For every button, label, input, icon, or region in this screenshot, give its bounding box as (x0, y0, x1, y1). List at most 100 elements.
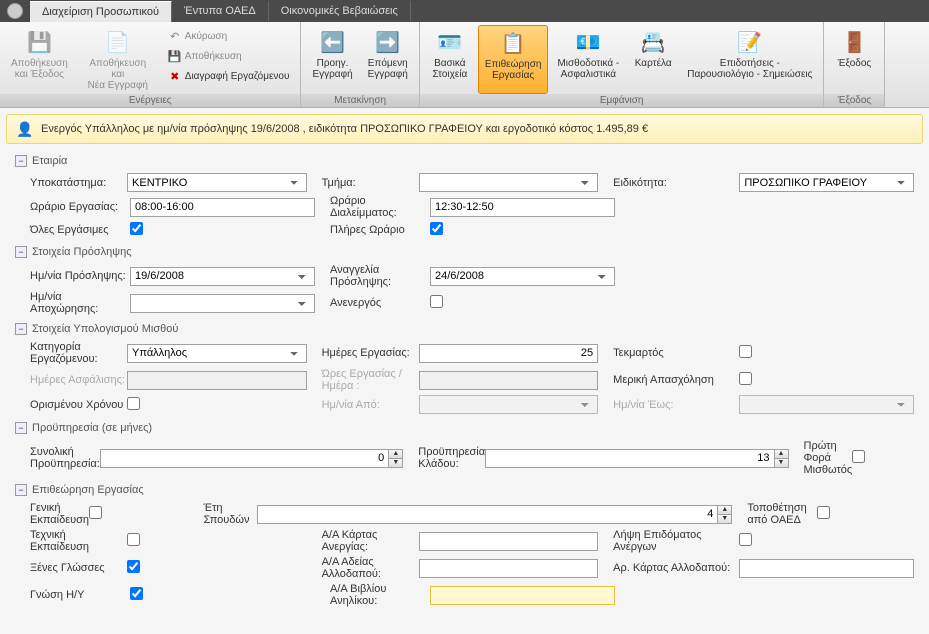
total-exp-up[interactable]: ▲ (388, 450, 402, 459)
workhours-input[interactable] (130, 198, 315, 217)
ribbon-group-actions: 💾 Αποθήκευση και Έξοδος 📄 Αποθήκευση και… (0, 22, 301, 107)
fixed-term-checkbox[interactable] (127, 397, 140, 410)
payroll-button[interactable]: 💶 Μισθοδοτικά - Ασφαλιστικά (551, 25, 625, 94)
collapse-experience-icon[interactable]: − (15, 422, 27, 434)
breakhours-input[interactable] (430, 198, 615, 217)
inactive-checkbox[interactable] (430, 295, 443, 308)
hiredate-input[interactable]: 19/6/2008 (130, 267, 315, 286)
parttime-checkbox[interactable] (739, 372, 752, 385)
tab-personnel[interactable]: Διαχείριση Προσωπικού (30, 1, 172, 22)
basic-info-button[interactable]: 🪪 Βασικά Στοιχεία (425, 25, 475, 94)
save-exit-icon: 💾 (25, 28, 53, 56)
user-active-icon: 👤 (17, 121, 33, 137)
category-select[interactable]: Υπάλληλος (127, 344, 307, 363)
leavedate-input[interactable] (130, 294, 315, 313)
prev-label: Προηγ. Εγγραφή (312, 58, 352, 80)
study-years-input[interactable] (257, 505, 732, 524)
app-menu-button[interactable] (0, 0, 30, 22)
study-years-spinners: ▲ ▼ (717, 506, 731, 523)
general-edu-checkbox[interactable] (89, 506, 102, 519)
computer-checkbox[interactable] (130, 587, 143, 600)
inspection-label: Επιθεώρηση Εργασίας (485, 59, 542, 81)
total-exp-input[interactable] (100, 449, 403, 468)
prev-record-button[interactable]: ⬅️ Προηγ. Εγγραφή (306, 25, 358, 94)
study-years-up[interactable]: ▲ (717, 506, 731, 515)
save-label: Αποθήκευση (185, 51, 242, 62)
department-select[interactable] (419, 173, 599, 192)
branch-exp-down[interactable]: ▼ (774, 459, 788, 467)
subsidy-label: Επιδοτήσεις - Παρουσιολόγιο - Σημειώσεις (687, 58, 812, 80)
section-salary: − Στοιχεία Υπολογισμού Μισθού Κατηγορία … (15, 323, 914, 414)
allworkdays-checkbox[interactable] (130, 222, 143, 235)
tech-edu-checkbox[interactable] (127, 533, 140, 546)
department-label: Τμήμα: (322, 177, 419, 189)
subsidy-button[interactable]: 📝 Επιδοτήσεις - Παρουσιολόγιο - Σημειώσε… (681, 25, 818, 94)
section-inspection-title: Επιθεώρηση Εργασίας (32, 484, 144, 496)
fixed-term-label: Ορισμένου Χρόνου (30, 399, 127, 411)
delete-button[interactable]: ✖ Διαγραφή Εργαζόμενου (164, 67, 294, 85)
minor-book-input[interactable] (430, 586, 615, 605)
first-time-checkbox[interactable] (852, 450, 865, 463)
save-new-button[interactable]: 📄 Αποθήκευση και Νέα Εγγραφή (77, 25, 159, 94)
specialty-select[interactable]: ΠΡΟΣΩΠΙΚΟ ΓΡΑΦΕΙΟΥ (739, 173, 914, 192)
oaed-place-checkbox[interactable] (817, 506, 830, 519)
inactive-label: Ανενεργός (330, 297, 430, 309)
form-content: − Εταιρία Υποκατάστημα: ΚΕΝΤΡΙΚΟ Τμήμα: … (0, 150, 929, 620)
study-years-down[interactable]: ▼ (717, 515, 731, 523)
branch-label: Υποκατάστημα: (30, 177, 127, 189)
tab-financial[interactable]: Οικονομικές Βεβαιώσεις (269, 1, 411, 21)
ribbon-group-actions-title: Ενέργειες (0, 94, 300, 107)
foreign-card-no-input[interactable] (739, 559, 914, 578)
branch-exp-up[interactable]: ▲ (774, 450, 788, 459)
fulltime-checkbox[interactable] (430, 222, 443, 235)
collapse-hiring-icon[interactable]: − (15, 246, 27, 258)
workdays-label: Ημέρες Εργασίας: (322, 347, 419, 359)
languages-checkbox[interactable] (127, 560, 140, 573)
exit-button[interactable]: 🚪 Έξοδος (829, 25, 879, 94)
card-button[interactable]: 📇 Καρτέλα (628, 25, 678, 94)
delete-icon: ✖ (168, 69, 182, 83)
section-hiring-title: Στοιχεία Πρόσληψης (32, 246, 132, 258)
ribbon-group-view-title: Εμφάνιση (420, 94, 824, 107)
announcement-input[interactable]: 24/6/2008 (430, 267, 615, 286)
ribbon-group-view: 🪪 Βασικά Στοιχεία 📋 Επιθεώρηση Εργασίας … (420, 22, 825, 107)
work-inspection-button[interactable]: 📋 Επιθεώρηση Εργασίας (478, 25, 549, 94)
undo-button[interactable]: ↶ Ακύρωση (164, 27, 294, 45)
general-edu-label: Γενική Εκπαίδευση (30, 502, 89, 526)
payroll-icon: 💶 (574, 28, 602, 56)
foreign-permit-input[interactable] (419, 559, 599, 578)
branch-select[interactable]: ΚΕΝΤΡΙΚΟ (127, 173, 307, 192)
insurance-days-input (127, 371, 307, 390)
save-new-icon: 📄 (104, 28, 132, 56)
collapse-company-icon[interactable]: − (15, 155, 27, 167)
hiredate-label: Ημ/νία Πρόσληψης: (30, 270, 130, 282)
first-time-label: Πρώτη Φορά Μισθωτός (804, 440, 853, 476)
section-hiring: − Στοιχεία Πρόσληψης Ημ/νία Πρόσληψης: 1… (15, 246, 914, 315)
category-label: Κατηγορία Εργαζόμενου: (30, 341, 127, 365)
total-exp-down[interactable]: ▼ (388, 459, 402, 467)
save-exit-button[interactable]: 💾 Αποθήκευση και Έξοδος (5, 25, 74, 94)
tab-oaed[interactable]: Έντυπα ΟΑΕΔ (172, 1, 269, 21)
basic-info-label: Βασικά Στοιχεία (432, 58, 467, 80)
next-record-button[interactable]: ➡️ Επόμενη Εγγραφή (362, 25, 414, 94)
parttime-label: Μερική Απασχόληση (613, 374, 739, 386)
unemp-card-label: Α/Α Κάρτας Ανεργίας: (322, 529, 419, 553)
undo-icon: ↶ (168, 29, 182, 43)
collapse-salary-icon[interactable]: − (15, 323, 27, 335)
unemp-card-input[interactable] (419, 532, 599, 551)
section-experience-title: Προϋπηρεσία (σε μήνες) (32, 422, 152, 434)
unemp-benefit-checkbox[interactable] (739, 533, 752, 546)
date-to-input (739, 395, 914, 414)
prev-icon: ⬅️ (319, 28, 347, 56)
tekmartos-checkbox[interactable] (739, 345, 752, 358)
save-button[interactable]: 💾 Αποθήκευση (164, 47, 294, 65)
section-company-title: Εταιρία (32, 155, 67, 167)
branch-exp-input[interactable] (485, 449, 788, 468)
collapse-inspection-icon[interactable]: − (15, 484, 27, 496)
workdays-input[interactable] (419, 344, 599, 363)
date-to-label: Ημ/νία Έως: (613, 399, 739, 411)
foreign-card-no-label: Αρ. Κάρτας Αλλοδαπού: (613, 562, 739, 574)
section-experience: − Προϋπηρεσία (σε μήνες) Συνολική Προϋπη… (15, 422, 914, 476)
announcement-label: Αναγγελία Πρόσληψης: (330, 264, 430, 288)
tekmartos-label: Τεκμαρτός (613, 347, 739, 359)
